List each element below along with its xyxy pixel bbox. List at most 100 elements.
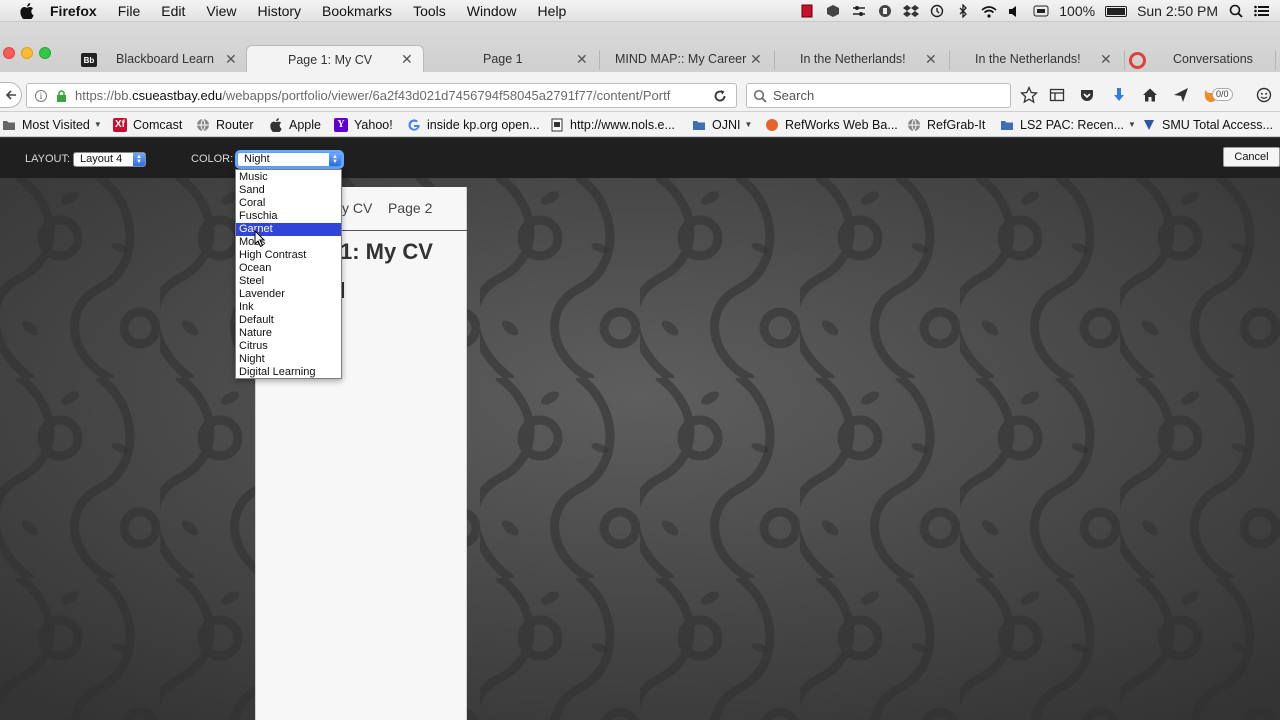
menu-view[interactable]: View	[206, 3, 236, 19]
color-option-default[interactable]: Default	[236, 314, 341, 327]
minimize-window-button[interactable]	[21, 47, 33, 59]
bookmark-kp-org[interactable]: inside kp.org open...	[407, 116, 540, 133]
send-paper-plane-icon[interactable]	[1172, 86, 1190, 104]
color-option-sand[interactable]: Sand	[236, 184, 341, 197]
cube-icon[interactable]	[825, 4, 841, 18]
menu-help[interactable]: Help	[538, 3, 567, 19]
url-bar[interactable]: i https://bb.csueastbay.edu/webapps/port…	[26, 83, 737, 108]
color-option-coral[interactable]: Coral	[236, 197, 341, 210]
tab-close-icon[interactable]: ✕	[576, 51, 588, 68]
menu-window[interactable]: Window	[467, 3, 517, 19]
download-icon[interactable]	[1110, 86, 1128, 104]
menu-file[interactable]: File	[118, 3, 141, 19]
tab-page-1[interactable]: Page 1 ✕	[425, 46, 600, 72]
color-option-high-contrast[interactable]: High Contrast	[236, 249, 341, 262]
color-option-night[interactable]: Night	[236, 353, 341, 366]
color-option-digital-learning[interactable]: Digital Learning	[236, 366, 341, 379]
home-icon[interactable]	[1141, 86, 1159, 104]
tab-close-icon[interactable]: ✕	[225, 51, 237, 68]
tab-label: Conversations	[1173, 52, 1253, 66]
bookmark-ojni[interactable]: OJNI ▼	[692, 116, 752, 133]
dropbox-icon[interactable]	[903, 4, 920, 18]
sliders-icon[interactable]	[851, 4, 867, 18]
color-select[interactable]: Night ▲ ▼	[237, 152, 342, 167]
menu-app-firefox[interactable]: Firefox	[50, 3, 97, 19]
battery-icon[interactable]	[1105, 5, 1128, 17]
bluetooth-icon[interactable]	[955, 4, 971, 18]
tab-netherlands-2[interactable]: In the Netherlands! ✕	[950, 46, 1125, 72]
color-dropdown-list[interactable]: Music Sand Coral Fuschia Garnet Moss High Cont…	[235, 169, 342, 379]
color-label: COLOR:	[191, 153, 234, 165]
tab-close-icon[interactable]: ✕	[925, 51, 937, 68]
bookmark-smu-total-access[interactable]: SMU Total Access...	[1142, 116, 1273, 133]
secure-lock-icon[interactable]	[55, 89, 67, 102]
bookmark-router[interactable]: Router	[196, 116, 254, 133]
spotlight-search-icon[interactable]	[1228, 4, 1244, 18]
time-machine-icon[interactable]	[929, 4, 945, 18]
apple-menu-icon[interactable]	[20, 2, 36, 19]
page-icon	[550, 118, 564, 132]
keyboard-input-icon[interactable]	[1033, 4, 1049, 18]
tab-mind-map[interactable]: MIND MAP:: My Career ✕	[600, 46, 775, 72]
menu-tools[interactable]: Tools	[413, 3, 446, 19]
reload-icon[interactable]	[712, 88, 728, 104]
color-option-garnet[interactable]: Garnet	[236, 223, 341, 236]
search-input[interactable]	[773, 88, 1003, 103]
chat-smiley-icon[interactable]	[1255, 86, 1273, 104]
bookmark-nols[interactable]: http://www.nols.e...	[550, 116, 675, 133]
tab-close-icon[interactable]: ✕	[1100, 51, 1112, 68]
bookmark-apple[interactable]: Apple	[269, 116, 321, 133]
tab-page-1-my-cv[interactable]: Page 1: My CV ✕	[246, 45, 424, 73]
bookmark-comcast[interactable]: Xf Comcast	[113, 116, 182, 133]
bookmark-yahoo[interactable]: Y Yahoo!	[334, 116, 393, 133]
tab-netherlands-1[interactable]: In the Netherlands! ✕	[775, 46, 950, 72]
url-text[interactable]: https://bb.csueastbay.edu/webapps/portfo…	[75, 88, 677, 103]
back-arrow-icon	[5, 90, 16, 100]
tab-close-icon[interactable]: ✕	[401, 51, 413, 68]
pocket-icon[interactable]	[1078, 86, 1096, 104]
site-info-icon[interactable]: i	[35, 89, 47, 102]
cancel-button[interactable]: Cancel	[1223, 147, 1280, 167]
close-window-button[interactable]	[3, 47, 15, 59]
menubar-status-area: 100% Sun 2:50 PM	[799, 0, 1270, 22]
tab-label: MIND MAP:: My Career	[615, 52, 747, 66]
color-option-music[interactable]: Music	[236, 171, 341, 184]
zoom-window-button[interactable]	[39, 47, 51, 59]
bookmark-refworks[interactable]: RefWorks Web Ba...	[765, 116, 898, 133]
globe-icon	[196, 118, 210, 132]
color-option-lavender[interactable]: Lavender	[236, 288, 341, 301]
wifi-icon[interactable]	[981, 4, 997, 18]
page-nav-link-page-2[interactable]: Page 2	[388, 200, 432, 216]
tab-blackboard-learn[interactable]: Blackboard Learn ✕	[70, 46, 245, 72]
color-option-fuschia[interactable]: Fuschia	[236, 210, 341, 223]
color-option-ocean[interactable]: Ocean	[236, 262, 341, 275]
bookmark-star-icon[interactable]	[1020, 86, 1038, 104]
menu-edit[interactable]: Edit	[161, 3, 185, 19]
bookmark-label: RefWorks Web Ba...	[785, 117, 898, 132]
bookmark-label: LS2 PAC: Recen...	[1020, 117, 1124, 132]
bookmark-ls2-pac[interactable]: LS2 PAC: Recen... ▼	[1000, 116, 1136, 133]
color-option-nature[interactable]: Nature	[236, 327, 341, 340]
tab-conversations[interactable]: Conversations	[1125, 46, 1275, 72]
volume-icon[interactable]	[1007, 4, 1023, 18]
menu-history[interactable]: History	[257, 3, 301, 19]
color-option-steel[interactable]: Steel	[236, 275, 341, 288]
menu-bookmarks[interactable]: Bookmarks	[322, 3, 392, 19]
search-bar[interactable]	[746, 83, 1011, 108]
red-app-icon[interactable]	[799, 4, 815, 18]
color-option-ink[interactable]: Ink	[236, 301, 341, 314]
bookmark-refgrab-it[interactable]: RefGrab-It	[907, 116, 985, 133]
page-nav-link-my-cv[interactable]: y CV	[342, 200, 372, 216]
tab-label: Page 1: My CV	[288, 52, 373, 67]
color-option-moss[interactable]: Moss	[236, 236, 341, 249]
bookmark-most-visited[interactable]: Most Visited ▼	[2, 116, 102, 133]
select-arrows-icon: ▲ ▼	[133, 153, 145, 166]
bookmark-label: http://www.nols.e...	[570, 117, 675, 132]
menubar-clock[interactable]: Sun 2:50 PM	[1137, 3, 1218, 19]
color-option-citrus[interactable]: Citrus	[236, 340, 341, 353]
evernote-icon[interactable]	[877, 4, 893, 18]
reading-list-icon[interactable]	[1048, 86, 1066, 104]
notification-center-icon[interactable]	[1254, 4, 1270, 18]
tab-close-icon[interactable]: ✕	[750, 51, 762, 68]
layout-select[interactable]: Layout 4 ▲ ▼	[73, 152, 146, 167]
